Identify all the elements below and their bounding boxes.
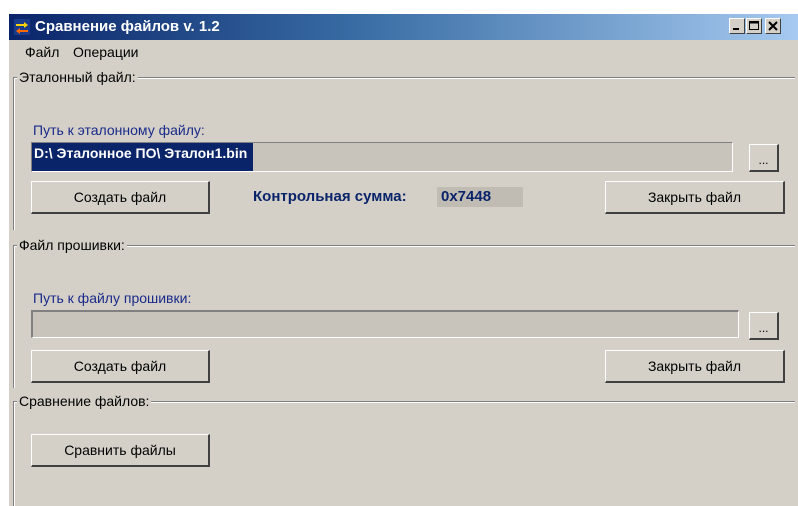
checksum-label: Контрольная сумма: xyxy=(253,188,407,205)
firmware-file-group: Файл прошивки: Путь к файлу прошивки: ..… xyxy=(13,236,795,388)
reference-path-value: D:\ Эталонное ПО\ Эталон1.bin xyxy=(32,143,254,171)
firmware-path-field[interactable] xyxy=(31,310,739,338)
close-window-button[interactable] xyxy=(765,18,781,34)
reference-path-label: Путь к эталонному файлу: xyxy=(33,122,205,138)
reference-close-button[interactable]: Закрыть файл xyxy=(605,181,785,214)
compare-files-legend: Сравнение файлов: xyxy=(17,392,152,410)
reference-file-legend: Эталонный файл: xyxy=(17,68,138,86)
menu-operations[interactable]: Операции xyxy=(73,44,139,60)
firmware-close-button[interactable]: Закрыть файл xyxy=(605,350,785,383)
maximize-icon xyxy=(749,21,759,30)
minimize-icon xyxy=(733,28,739,30)
close-icon xyxy=(768,21,778,31)
reference-browse-button[interactable]: ... xyxy=(749,144,779,172)
firmware-file-legend: Файл прошивки: xyxy=(17,236,127,254)
minimize-button[interactable] xyxy=(729,18,745,34)
compare-files-group: Сравнение файлов: Сравнить файлы xyxy=(13,392,795,506)
app-window: Сравнение файлов v. 1.2 Файл Операции Эт… xyxy=(8,14,798,506)
menu-file[interactable]: Файл xyxy=(25,44,59,60)
window-title: Сравнение файлов v. 1.2 xyxy=(35,18,220,35)
maximize-button[interactable] xyxy=(746,18,762,34)
compare-files-button[interactable]: Сравнить файлы xyxy=(31,434,210,467)
title-bar[interactable]: Сравнение файлов v. 1.2 xyxy=(9,14,798,40)
compare-arrows-icon[interactable] xyxy=(14,19,30,35)
firmware-browse-button[interactable]: ... xyxy=(749,312,779,340)
checksum-value: 0x7448 xyxy=(437,187,523,207)
menu-bar: Файл Операции xyxy=(9,40,798,64)
firmware-create-button[interactable]: Создать файл xyxy=(31,350,210,383)
reference-path-field[interactable]: D:\ Эталонное ПО\ Эталон1.bin xyxy=(31,142,733,172)
reference-create-button[interactable]: Создать файл xyxy=(31,181,210,214)
reference-file-group: Эталонный файл: Путь к эталонному файлу:… xyxy=(13,68,795,230)
firmware-path-label: Путь к файлу прошивки: xyxy=(33,290,192,306)
